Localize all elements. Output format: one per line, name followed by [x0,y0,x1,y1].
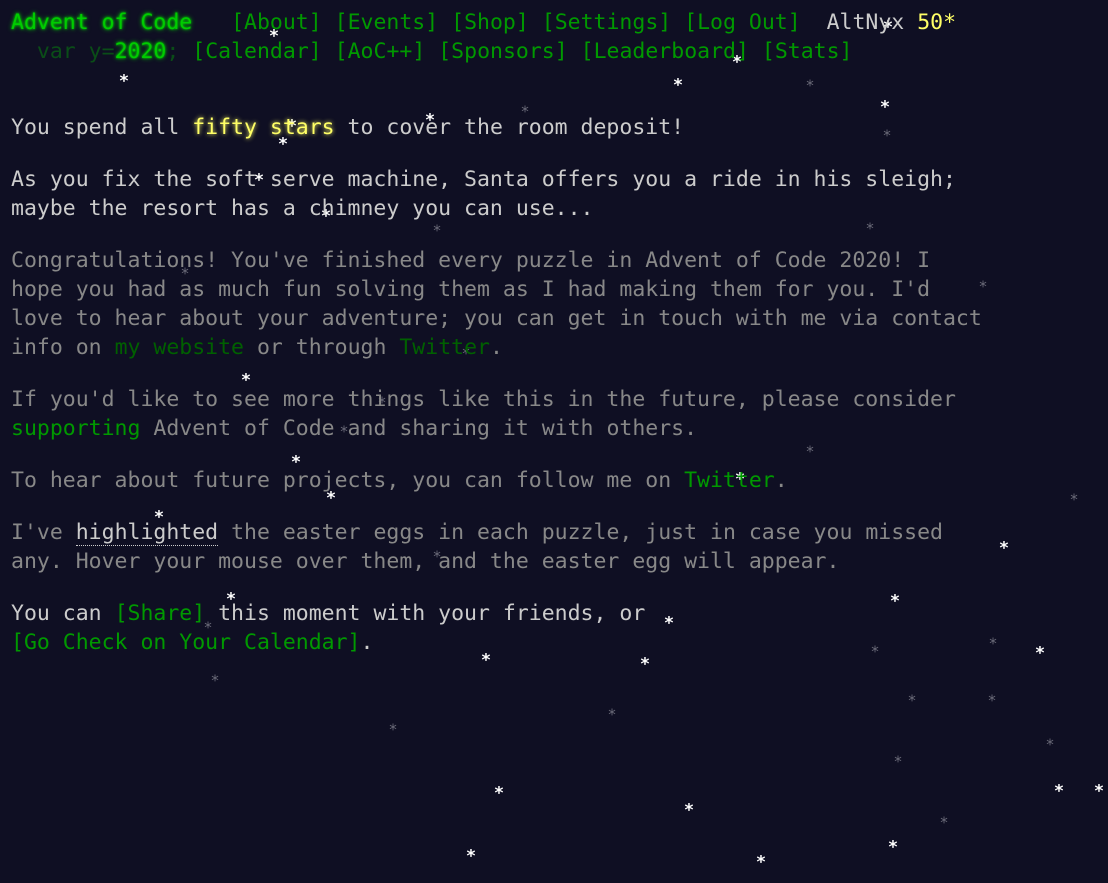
year-suffix: ; [166,39,180,64]
supporting-link[interactable]: supporting [11,416,140,441]
text: maybe the resort has a chimney you can u… [11,196,594,221]
falling-star-icon: * [939,813,949,832]
paragraph-deposit: You spend all fifty stars to cover the r… [11,113,1101,142]
text: You can [11,601,115,626]
falling-star-icon: * [493,783,505,804]
falling-star-icon: * [893,752,903,771]
site-header: Advent of Code [About] [Events] [Shop] [… [11,8,956,66]
paragraph-easter-eggs: I've highlighted the easter eggs in each… [11,518,1101,576]
main-content: You spend all fifty stars to cover the r… [11,113,1101,680]
text: I've [11,520,76,545]
follow-twitter-link[interactable]: Twitter [684,468,775,493]
highlighted-easter-egg[interactable]: highlighted [75,520,219,546]
text: Advent of Code and sharing it with other… [140,416,698,441]
my-website-link[interactable]: my website [115,335,244,360]
falling-star-icon: * [755,852,767,873]
text: . [774,468,788,493]
nav-events[interactable]: [Events] [335,10,439,35]
username: AltNyx [826,10,905,35]
nav-log-out[interactable]: [Log Out] [684,10,801,35]
falling-star-icon: * [465,846,477,867]
text: info on [11,335,115,360]
fifty-stars-text: fifty stars [192,115,335,140]
nav-shop[interactable]: [Shop] [451,10,529,35]
event-year[interactable]: 2020 [115,39,167,64]
text: To hear about future projects, you can f… [11,468,685,493]
nav-sponsors[interactable]: [Sponsors] [438,39,567,64]
paragraph-supporting: If you'd like to see more things like th… [11,385,1101,443]
site-title[interactable]: Advent of Code [11,10,192,35]
text: any. Hover your mouse over them, and the… [11,549,840,574]
text: this moment with your friends, or [205,601,646,626]
nav-leaderboard[interactable]: [Leaderboard] [581,39,749,64]
paragraph-congratulations: Congratulations! You've finished every p… [11,246,1101,362]
falling-star-icon: * [1053,781,1065,802]
text: hope you had as much fun solving them as… [11,277,931,302]
text: If you'd like to see more things like th… [11,387,956,412]
twitter-link[interactable]: Twitter [399,335,490,360]
share-link[interactable]: [Share] [115,601,206,626]
falling-star-icon: * [805,76,815,95]
text: You spend all [11,115,193,140]
text: to cover the room deposit! [334,115,685,140]
paragraph-share: You can [Share] this moment with your fr… [11,599,1101,657]
text: . [489,335,503,360]
nav-calendar[interactable]: [Calendar] [192,39,321,64]
falling-star-icon: * [1045,735,1055,754]
go-check-calendar-link[interactable]: [Go Check on Your Calendar] [11,630,361,655]
falling-star-icon: * [1093,781,1105,802]
event-title[interactable]: var y=2020; [24,39,179,64]
falling-star-icon: * [987,691,997,710]
text: or through [244,335,400,360]
paragraph-sleigh: As you fix the soft serve machine, Santa… [11,165,1101,223]
text: love to hear about your adventure; you c… [11,306,982,331]
falling-star-icon: * [683,800,695,821]
text: Congratulations! You've finished every p… [11,248,931,273]
text: the easter eggs in each puzzle, just in … [218,520,943,545]
falling-star-icon: * [607,705,617,724]
falling-star-icon: * [672,75,684,96]
nav-aocpp[interactable]: [AoC++] [335,39,426,64]
falling-star-icon: * [388,720,398,739]
falling-star-icon: * [907,691,917,710]
year-prefix: var y= [36,39,115,64]
falling-star-icon: * [118,71,130,92]
nav-stats[interactable]: [Stats] [762,39,853,64]
nav-settings[interactable]: [Settings] [542,10,671,35]
paragraph-follow: To hear about future projects, you can f… [11,466,1101,495]
nav-about[interactable]: [About] [231,10,322,35]
text: . [360,630,374,655]
falling-star-icon: * [887,837,899,858]
text: As you fix the soft serve machine, Santa… [11,167,956,192]
star-count: 50* [917,10,957,35]
